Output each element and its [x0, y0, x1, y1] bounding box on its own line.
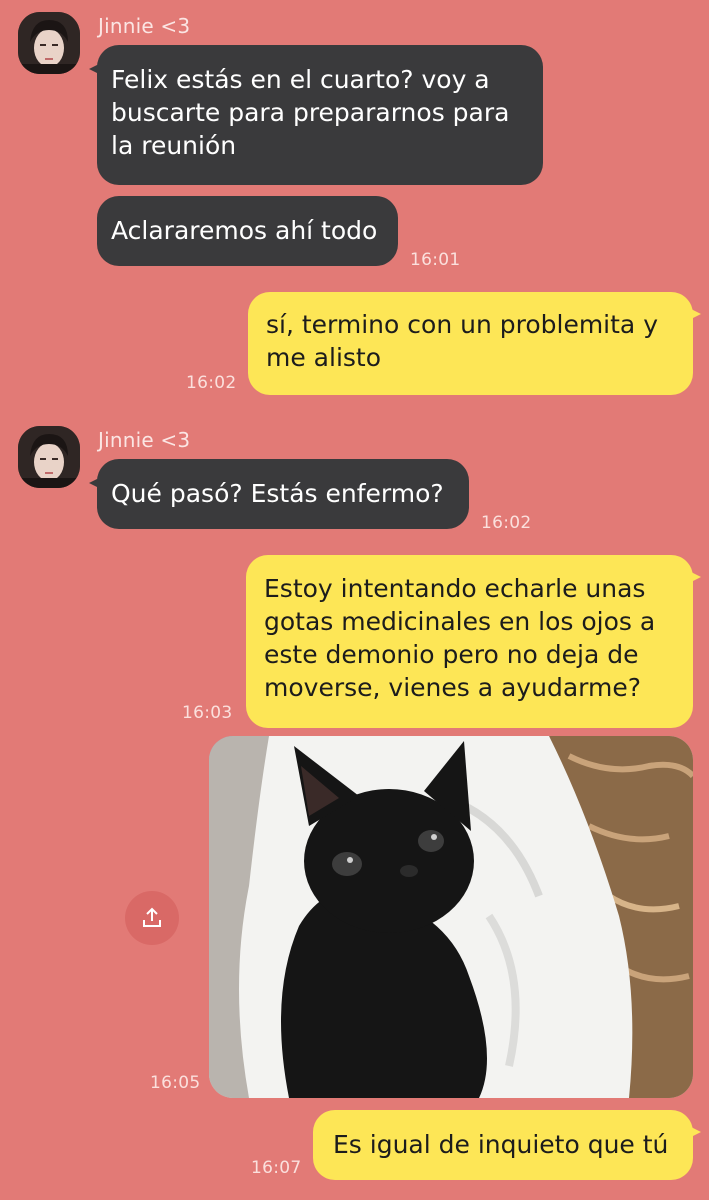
message-time: 16:03 [182, 703, 233, 723]
message-time: 16:02 [481, 513, 532, 533]
incoming-message[interactable]: Qué pasó? Estás enfermo? [89, 459, 469, 529]
message-text: Qué pasó? Estás enfermo? [111, 479, 444, 508]
message-text: Felix estás en el cuarto? voy a buscarte… [111, 65, 510, 160]
incoming-message[interactable]: Aclararemos ahí todo [97, 196, 398, 266]
sender-name: Jinnie <3 [98, 428, 191, 452]
message-time: 16:07 [251, 1158, 302, 1178]
outgoing-message[interactable]: sí, termino con un problemita y me alist… [248, 292, 701, 395]
message-text: Es igual de inquieto que tú [333, 1130, 669, 1159]
photo-message[interactable] [209, 736, 693, 1098]
share-icon [143, 907, 161, 927]
bubble-tail [685, 306, 701, 322]
avatar-image [18, 12, 80, 74]
message-time: 16:01 [410, 250, 461, 270]
contact-avatar[interactable] [18, 426, 80, 488]
bubble-tail [685, 569, 701, 585]
message-text: Aclararemos ahí todo [111, 216, 378, 245]
message-time: 16:05 [150, 1073, 201, 1093]
sender-name: Jinnie <3 [98, 14, 191, 38]
message-time: 16:02 [186, 373, 237, 393]
bubble-tail [685, 1124, 701, 1140]
bubble-tail [89, 61, 105, 77]
avatar-image [18, 426, 80, 488]
contact-avatar[interactable] [18, 12, 80, 74]
share-button[interactable] [125, 891, 179, 945]
incoming-message[interactable]: Felix estás en el cuarto? voy a buscarte… [89, 45, 543, 185]
outgoing-message[interactable]: Estoy intentando echarle unas gotas medi… [246, 555, 701, 728]
outgoing-message[interactable]: Es igual de inquieto que tú [313, 1110, 701, 1180]
black-kitten-photo [209, 736, 693, 1098]
message-text: sí, termino con un problemita y me alist… [266, 310, 658, 372]
bubble-tail [89, 475, 105, 491]
message-text: Estoy intentando echarle unas gotas medi… [264, 574, 656, 702]
